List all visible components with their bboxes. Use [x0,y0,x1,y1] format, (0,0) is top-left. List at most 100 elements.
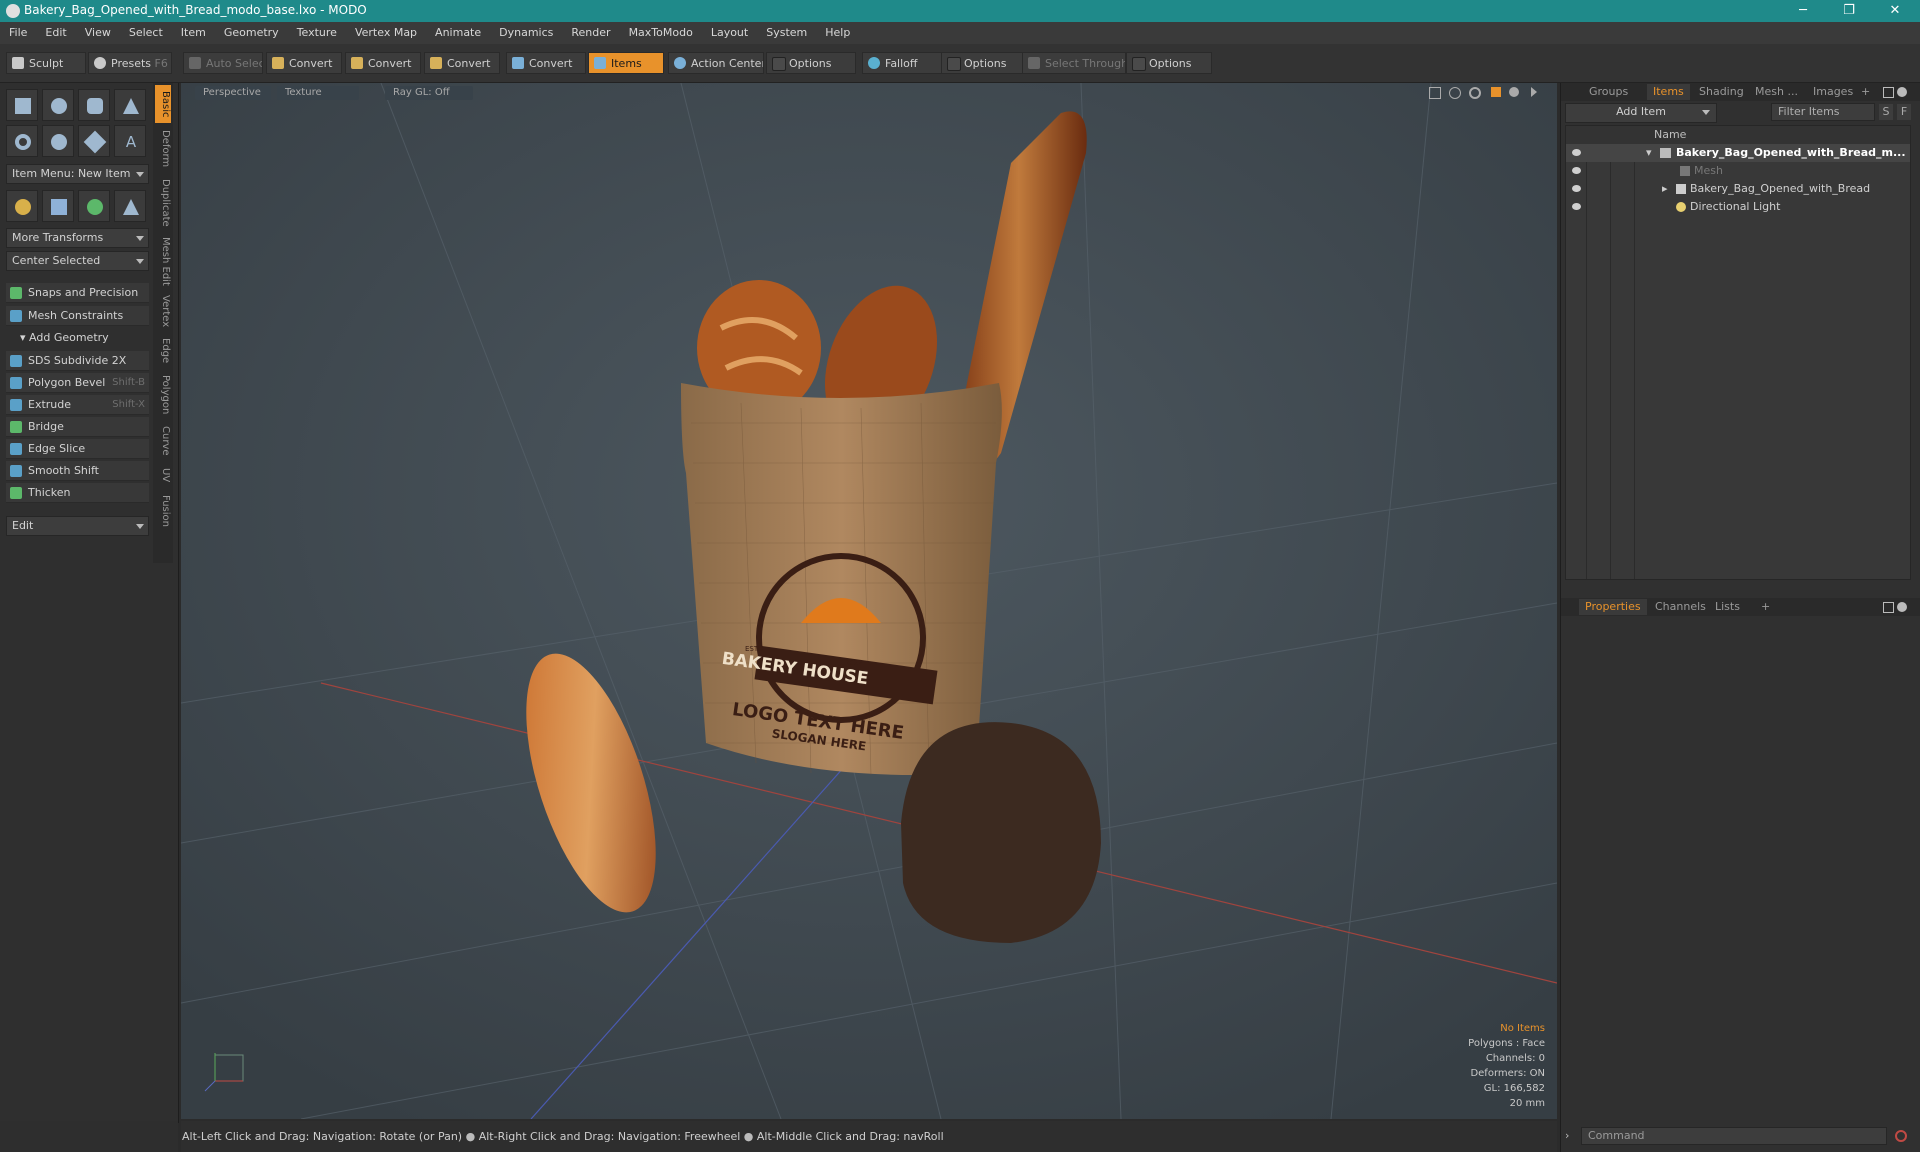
filter-items-input[interactable]: Filter Items [1771,103,1875,121]
tab-polygon[interactable]: Polygon [155,371,171,419]
bridge-button[interactable]: Bridge [6,417,149,437]
menu-select[interactable]: Select [120,22,172,44]
menu-item[interactable]: Item [172,22,215,44]
expand-icon[interactable] [1883,602,1894,613]
thicken-button[interactable]: Thicken [6,483,149,503]
falloff-button[interactable]: Falloff [862,52,942,74]
add-geometry-section[interactable]: ▾ Add Geometry [6,329,149,347]
smooth-shift-button[interactable]: Smooth Shift [6,461,149,481]
torus-tool[interactable] [6,125,38,157]
menu-geometry[interactable]: Geometry [215,22,288,44]
tab-basic[interactable]: Basic [155,85,171,123]
record-icon[interactable] [1895,1130,1907,1142]
expand-icon[interactable] [1883,87,1894,98]
maximize-viewport-icon[interactable] [1491,87,1501,97]
items-mode-button[interactable]: Items [588,52,664,74]
center-selected-dropdown[interactable]: Center Selected [6,251,149,271]
3d-viewport[interactable]: BAKERY HOUSE LOGO TEXT HERE SLOGAN HERE … [181,83,1557,1119]
sphere-tool[interactable] [42,89,74,121]
menu-help[interactable]: Help [816,22,859,44]
text-tool[interactable]: A [114,125,146,157]
texture-toggle[interactable]: Texture [277,86,359,100]
gear-icon[interactable] [1897,87,1907,97]
capsule-tool[interactable] [42,125,74,157]
collapse-icon[interactable]: ▾ [1646,144,1652,162]
transform-tool[interactable] [6,190,38,222]
menu-dynamics[interactable]: Dynamics [490,22,562,44]
menu-file[interactable]: File [0,22,36,44]
add-item-button[interactable]: Add Item [1565,103,1717,123]
tree-row[interactable]: ▾ Bakery_Bag_Opened_with_Bread_m... [1566,144,1910,162]
tab-lists[interactable]: Lists [1715,599,1740,615]
s-toggle-button[interactable]: S [1879,104,1893,120]
menu-view[interactable]: View [76,22,120,44]
mesh-constraints-button[interactable]: Mesh Constraints [6,306,149,326]
tab-vertex[interactable]: Vertex [155,291,171,331]
options-button-3[interactable]: Options [1126,52,1212,74]
menu-edit[interactable]: Edit [36,22,75,44]
snaps-precision-button[interactable]: Snaps and Precision [6,283,149,303]
convert-polygon-button[interactable]: Convert [424,52,500,74]
gear-icon[interactable] [1509,87,1519,97]
convert-vertex-button[interactable]: Convert [266,52,342,74]
pen-tool[interactable] [78,125,110,157]
eye-icon[interactable] [1572,203,1581,210]
item-menu-dropdown[interactable]: Item Menu: New Item [6,164,149,184]
menu-vertex-map[interactable]: Vertex Map [346,22,426,44]
tree-row[interactable]: Directional Light [1566,198,1910,216]
sculpt-button[interactable]: Sculpt [6,52,86,74]
tab-mesh[interactable]: Mesh ... [1755,84,1798,100]
presets-button[interactable]: Presets F6 [88,52,172,74]
chevron-right-icon[interactable] [1531,87,1537,97]
edit-dropdown[interactable]: Edit [6,516,149,536]
eye-icon[interactable] [1572,185,1581,192]
options-button-2[interactable]: Options [941,52,1023,74]
options-button-1[interactable]: Options [766,52,856,74]
cube-tool[interactable] [6,89,38,121]
tab-groups[interactable]: Groups [1589,84,1628,100]
command-input[interactable]: Command [1581,1127,1887,1145]
tab-curve[interactable]: Curve [155,423,171,459]
tree-row[interactable]: Mesh [1566,162,1910,180]
extrude-button[interactable]: Extrude Shift-X [6,395,149,415]
tab-shading[interactable]: Shading [1699,84,1744,100]
convert-edge-button[interactable]: Convert [345,52,421,74]
menu-render[interactable]: Render [562,22,619,44]
auto-select-button[interactable]: Auto Select [183,52,263,74]
grid-tool[interactable] [42,190,74,222]
add-tab-icon[interactable]: + [1861,84,1870,100]
action-center-button[interactable]: Action Center [668,52,764,74]
maximize-button[interactable]: ❐ [1826,0,1872,22]
rotate-icon[interactable] [1449,87,1461,99]
raygl-toggle[interactable]: Ray GL: Off [385,86,473,100]
pan-icon[interactable] [1429,87,1441,99]
tab-fusion[interactable]: Fusion [155,491,171,531]
gear-icon[interactable] [1897,602,1907,612]
convert-item-button[interactable]: Convert [506,52,586,74]
expand-icon[interactable]: ▸ [1662,180,1668,198]
tab-channels[interactable]: Channels [1655,599,1706,615]
tab-deform[interactable]: Deform [155,127,171,171]
tab-uv[interactable]: UV [155,463,171,487]
more-transforms-dropdown[interactable]: More Transforms [6,228,149,248]
pyramid-tool[interactable] [114,190,146,222]
close-button[interactable]: ✕ [1872,0,1918,22]
globe-tool[interactable] [78,190,110,222]
perspective-toggle[interactable]: Perspective [195,86,271,100]
tab-properties[interactable]: Properties [1579,599,1647,615]
menu-system[interactable]: System [757,22,816,44]
eye-icon[interactable] [1572,149,1581,156]
tab-edge[interactable]: Edge [155,335,171,367]
cylinder-tool[interactable] [78,89,110,121]
tab-items[interactable]: Items [1647,84,1690,100]
tab-images[interactable]: Images [1813,84,1853,100]
menu-maxtomodo[interactable]: MaxToModo [620,22,702,44]
item-list[interactable]: Name ▾ Bakery_Bag_Opened_with_Bread_m...… [1565,125,1911,580]
menu-layout[interactable]: Layout [702,22,757,44]
tab-mesh-edit[interactable]: Mesh Edit [155,235,171,287]
select-through-button[interactable]: Select Through [1022,52,1126,74]
polygon-bevel-button[interactable]: Polygon Bevel Shift-B [6,373,149,393]
cone-tool[interactable] [114,89,146,121]
sds-subdivide-button[interactable]: SDS Subdivide 2X [6,351,149,371]
f-toggle-button[interactable]: F [1897,104,1911,120]
